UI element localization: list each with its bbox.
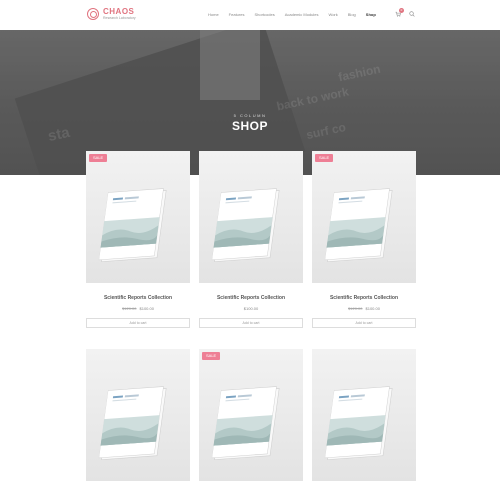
product-price: $120.00 $100.00 — [86, 306, 190, 311]
nav-item-shop[interactable]: Shop — [366, 12, 376, 17]
product-cover — [211, 186, 282, 264]
main-nav: Home Features Shortcodes Academic Module… — [208, 12, 386, 17]
atom-icon — [87, 8, 99, 21]
add-to-cart-button[interactable]: Add to cart — [86, 318, 190, 328]
product-title[interactable]: Scientific Reports Collection — [312, 295, 416, 301]
search-icon — [409, 11, 415, 17]
add-to-cart-button[interactable]: Add to cart — [199, 318, 303, 328]
product-image[interactable]: SALE — [199, 349, 303, 481]
book-icon — [211, 386, 280, 460]
sale-badge: SALE — [315, 154, 334, 162]
product-price: $100.00 — [199, 306, 303, 311]
book-icon — [98, 188, 167, 262]
book-icon — [324, 386, 393, 460]
old-price: $120.00 — [122, 306, 137, 311]
page-title: SHOP — [231, 119, 268, 133]
product-image[interactable] — [199, 151, 303, 283]
search-button[interactable] — [409, 11, 415, 17]
nav-item-features[interactable]: Features — [229, 12, 245, 17]
cart-button[interactable]: 0 — [395, 8, 404, 17]
product-price: $120.00 $100.00 — [312, 306, 416, 311]
product-image[interactable] — [86, 349, 190, 481]
nav-item-academic-modules[interactable]: Academic Modules — [285, 12, 319, 17]
sale-badge: SALE — [202, 352, 221, 360]
sale-badge: SALE — [89, 154, 108, 162]
product-cover — [98, 384, 169, 462]
product-cover — [324, 186, 395, 264]
add-to-cart-button[interactable]: Add to cart — [312, 318, 416, 328]
product-image[interactable]: SALE — [86, 151, 190, 283]
product-card[interactable]: SALE Scientific Reports Collection $120.00… — [312, 151, 416, 328]
product-card[interactable]: Scientific Reports Collection $100.00 Add … — [199, 151, 303, 328]
current-price: $100.00 — [139, 306, 154, 311]
nav-item-home[interactable]: Home — [208, 12, 219, 17]
nav-item-work[interactable]: Work — [329, 12, 338, 17]
current-price: $100.00 — [365, 306, 380, 311]
product-card[interactable]: SALE Scientific Reports Collection $120.00… — [86, 151, 190, 328]
product-cover — [211, 384, 282, 462]
product-cover — [324, 384, 395, 462]
book-icon — [324, 188, 393, 262]
logo-tagline: Research Laboratory — [103, 16, 136, 20]
product-title[interactable]: Scientific Reports Collection — [199, 295, 303, 301]
site-header: CHAOS Research Laboratory Home Features … — [0, 0, 500, 30]
cart-count-badge: 0 — [399, 8, 404, 13]
current-price: $100.00 — [243, 306, 259, 311]
product-title[interactable]: Scientific Reports Collection — [86, 295, 190, 301]
product-image[interactable] — [312, 349, 416, 481]
product-image[interactable]: SALE — [312, 151, 416, 283]
logo[interactable]: CHAOS Research Laboratory — [87, 8, 136, 21]
book-icon — [98, 386, 167, 460]
logo-name: CHAOS — [103, 7, 135, 16]
book-icon — [211, 188, 280, 262]
hero-subtitle: 5 COLUMN — [233, 113, 267, 118]
product-cover — [98, 186, 169, 264]
old-price: $120.00 — [348, 306, 363, 311]
product-card[interactable] — [86, 349, 190, 481]
nav-item-blog[interactable]: Blog — [348, 12, 356, 17]
product-card[interactable] — [312, 349, 416, 481]
nav-item-shortcodes[interactable]: Shortcodes — [254, 12, 274, 17]
product-card[interactable]: SALE — [199, 349, 303, 481]
